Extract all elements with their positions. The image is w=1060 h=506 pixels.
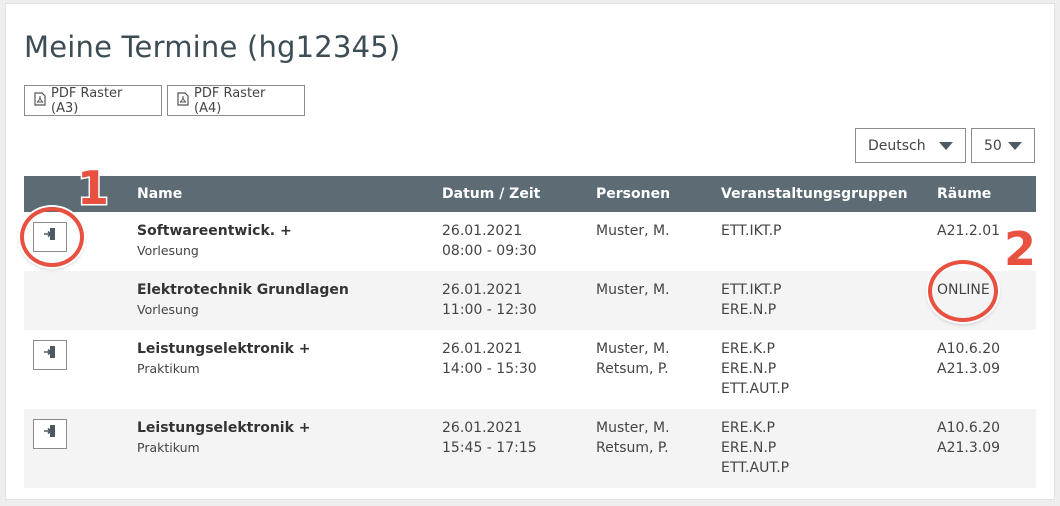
event-date: 26.01.2021 [442,282,523,298]
group-code: ERE.N.P [721,361,777,377]
datetime-cell: 26.01.2021 08:00 - 09:30 [418,212,572,271]
group-code: ERE.K.P [721,420,775,436]
annotation-circle-2 [928,260,998,322]
pdf-file-icon [177,91,194,110]
persons-cell: Muster, M. Retsum, P. [572,409,697,488]
person-name: Retsum, P. [596,361,669,377]
event-type: Praktikum [137,440,200,455]
person-name: Muster, M. [596,341,670,357]
event-time: 14:00 - 15:30 [442,361,537,377]
enter-door-icon [43,424,57,444]
appointments-table: Name Datum / Zeit Personen Veranstaltung… [24,176,1036,488]
pdf-a3-button[interactable]: PDF Raster (A3) [24,85,162,116]
groups-cell: ETT.IKT.P [697,212,914,271]
pdf-a4-label: PDF Raster (A4) [194,85,266,116]
event-name-link[interactable]: Leistungselektronik + [137,418,418,438]
table-header-row: Name Datum / Zeit Personen Veranstaltung… [24,176,1036,212]
column-header-groups[interactable]: Veranstaltungsgruppen [697,176,914,212]
group-code: ETT.AUT.P [721,460,790,476]
annotation-number-2: 2 [1002,222,1037,276]
pdf-a3-label: PDF Raster (A3) [51,85,123,116]
group-code: ERE.K.P [721,341,775,357]
table-row[interactable]: Softwareentwick. + Vorlesung 26.01.2021 08:… [24,212,1036,271]
name-cell: Elektrotechnik Grundlagen Vorlesung [113,271,418,330]
room-code[interactable]: A10.6.20 [937,418,1036,438]
annotation-number-1: 1 [75,161,110,215]
person-name: Muster, M. [596,420,670,436]
persons-cell: Muster, M. Retsum, P. [572,330,697,409]
event-date: 26.01.2021 [442,223,523,239]
name-cell: Softwareentwick. + Vorlesung [113,212,418,271]
group-code: ETT.IKT.P [721,282,782,298]
page-title: Meine Termine (hg12345) [24,30,401,64]
rooms-cell: A10.6.20 A21.3.09 [914,409,1036,488]
event-time: 11:00 - 12:30 [442,302,537,318]
event-time: 08:00 - 09:30 [442,243,537,259]
column-header-name[interactable]: Name [113,176,418,212]
join-cell [24,330,113,409]
room-code[interactable]: A10.6.20 [937,339,1036,359]
language-select[interactable]: Deutsch [855,128,966,163]
name-cell: Leistungselektronik + Praktikum [113,409,418,488]
group-code: ETT.AUT.P [721,381,790,397]
groups-cell: ETT.IKT.P ERE.N.P [697,271,914,330]
persons-cell: Muster, M. [572,271,697,330]
group-code: ERE.N.P [721,440,777,456]
room-code[interactable]: A21.3.09 [937,359,1036,379]
event-time: 15:45 - 17:15 [442,440,537,456]
language-value: Deutsch [868,137,926,154]
group-code: ETT.IKT.P [721,223,782,239]
column-header-rooms[interactable]: Räume [914,176,1036,212]
groups-cell: ERE.K.P ERE.N.P ETT.AUT.P [697,409,914,488]
datetime-cell: 26.01.2021 15:45 - 17:15 [418,409,572,488]
event-name-link[interactable]: Softwareentwick. + [137,221,418,241]
pdf-a4-button[interactable]: PDF Raster (A4) [167,85,305,116]
column-header-datetime[interactable]: Datum / Zeit [418,176,572,212]
table-row[interactable]: Elektrotechnik Grundlagen Vorlesung 26.01.… [24,271,1036,330]
page-size-select[interactable]: 50 [971,128,1035,163]
pdf-file-icon [34,91,51,110]
datetime-cell: 26.01.2021 11:00 - 12:30 [418,271,572,330]
room-code[interactable]: A21.3.09 [937,438,1036,458]
page-size-value: 50 [984,137,1002,154]
event-type: Vorlesung [137,302,199,317]
event-name-link[interactable]: Leistungselektronik + [137,339,418,359]
event-type: Vorlesung [137,243,199,258]
caret-down-icon [939,142,953,150]
caret-down-icon [1008,142,1022,150]
enter-door-icon [43,345,57,365]
column-header-persons[interactable]: Personen [572,176,697,212]
join-online-button[interactable] [33,340,67,370]
event-date: 26.01.2021 [442,341,523,357]
table-row[interactable]: Leistungselektronik + Praktikum 26.01.2021… [24,409,1036,488]
person-name: Muster, M. [596,282,670,298]
person-name: Muster, M. [596,223,670,239]
name-cell: Leistungselektronik + Praktikum [113,330,418,409]
join-cell [24,409,113,488]
table-row[interactable]: Leistungselektronik + Praktikum 26.01.2021… [24,330,1036,409]
person-name: Retsum, P. [596,440,669,456]
join-cell [24,271,113,330]
event-name-link[interactable]: Elektrotechnik Grundlagen [137,280,418,300]
rooms-cell: A10.6.20 A21.3.09 [914,330,1036,409]
group-code: ERE.N.P [721,302,777,318]
groups-cell: ERE.K.P ERE.N.P ETT.AUT.P [697,330,914,409]
event-date: 26.01.2021 [442,420,523,436]
join-online-button[interactable] [33,419,67,449]
datetime-cell: 26.01.2021 14:00 - 15:30 [418,330,572,409]
persons-cell: Muster, M. [572,212,697,271]
annotation-circle-1 [20,207,84,267]
event-type: Praktikum [137,361,200,376]
